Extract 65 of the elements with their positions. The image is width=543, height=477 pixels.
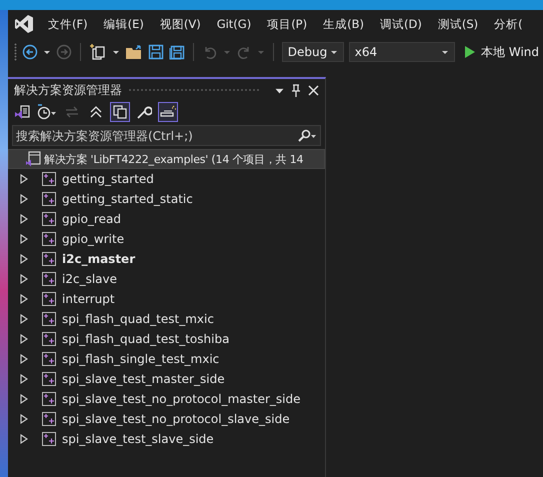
menu-item[interactable]: 生成(B)	[323, 16, 364, 32]
pin-icon[interactable]	[290, 84, 302, 96]
platform-dropdown[interactable]: x64	[348, 42, 456, 62]
project-icon	[42, 212, 56, 226]
project-name[interactable]: i2c_slave	[62, 272, 117, 286]
project-icon	[42, 252, 56, 266]
project-icon	[42, 332, 56, 346]
new-project-icon[interactable]	[88, 43, 107, 61]
menu-item[interactable]: Git(G)	[216, 17, 252, 31]
project-name[interactable]: spi_slave_test_master_side	[62, 372, 225, 386]
preview-icon[interactable]	[158, 102, 178, 122]
project-name[interactable]: gpio_read	[62, 212, 121, 226]
close-icon[interactable]	[308, 84, 319, 96]
caret-icon	[222, 48, 231, 56]
caret-icon[interactable]	[330, 48, 338, 56]
project-name[interactable]: spi_flash_single_test_mxic	[62, 352, 220, 366]
project-name[interactable]: spi_slave_test_no_protocol_slave_side	[62, 412, 290, 426]
project-name[interactable]: gpio_write	[62, 232, 124, 246]
back-icon[interactable]	[22, 44, 38, 60]
project-name[interactable]: getting_started	[62, 172, 154, 186]
project-icon	[42, 372, 56, 386]
project-icon	[42, 312, 56, 326]
history-icon[interactable]	[36, 102, 58, 122]
caret-icon	[256, 48, 265, 56]
menu-item[interactable]: 调试(D)	[380, 16, 422, 32]
caret-icon[interactable]	[42, 48, 51, 56]
project-icon	[42, 292, 56, 306]
project-icon	[42, 432, 56, 446]
caret-icon[interactable]	[441, 48, 450, 56]
logo-icon	[14, 14, 34, 34]
menu-item[interactable]: 项目(P)	[267, 16, 308, 32]
project-name[interactable]: i2c_master	[62, 252, 136, 266]
project-icon	[42, 172, 56, 186]
project-name[interactable]: spi_slave_test_slave_side	[62, 432, 214, 446]
run-button[interactable]: 本地 Wind	[460, 44, 543, 60]
menu-item[interactable]: 测试(S)	[438, 16, 478, 32]
project-icon	[42, 352, 56, 366]
solution-row[interactable]: 解决方案 'LibFT4222_examples' (14 个项目，共 14	[8, 149, 325, 169]
caret-icon[interactable]	[112, 48, 120, 56]
project-name[interactable]: spi_slave_test_no_protocol_master_side	[62, 392, 300, 406]
project-icon	[42, 272, 56, 286]
menu-item[interactable]: 视图(V)	[160, 16, 201, 32]
folder-icon[interactable]	[124, 44, 143, 60]
menu-item[interactable]: 文件(F)	[48, 16, 88, 32]
toolbar-grip[interactable]	[14, 43, 17, 61]
solution-icon	[25, 151, 41, 167]
panel-title: 解决方案资源管理器	[14, 82, 122, 98]
save-icon[interactable]	[148, 44, 164, 60]
menu-item[interactable]: 编辑(E)	[104, 16, 144, 32]
play-icon	[464, 45, 476, 59]
save-all-icon[interactable]	[168, 44, 185, 60]
project-name[interactable]: spi_flash_quad_test_toshiba	[62, 332, 230, 346]
project-name[interactable]: getting_started_static	[62, 192, 193, 206]
project-name[interactable]: interrupt	[62, 292, 115, 306]
forward-icon	[56, 44, 72, 60]
project-icon	[42, 412, 56, 426]
project-icon	[42, 192, 56, 206]
menu-item[interactable]: 分析(	[494, 16, 523, 32]
search-icon[interactable]	[297, 128, 317, 142]
project-icon	[42, 392, 56, 406]
project-icon	[42, 232, 56, 246]
project-name[interactable]: spi_flash_quad_test_mxic	[62, 312, 214, 326]
pages-icon[interactable]	[110, 102, 130, 122]
configuration-dropdown[interactable]: Debug	[282, 42, 344, 62]
search-field[interactable]: 搜索解决方案资源管理器(Ctrl+;)	[12, 125, 321, 146]
